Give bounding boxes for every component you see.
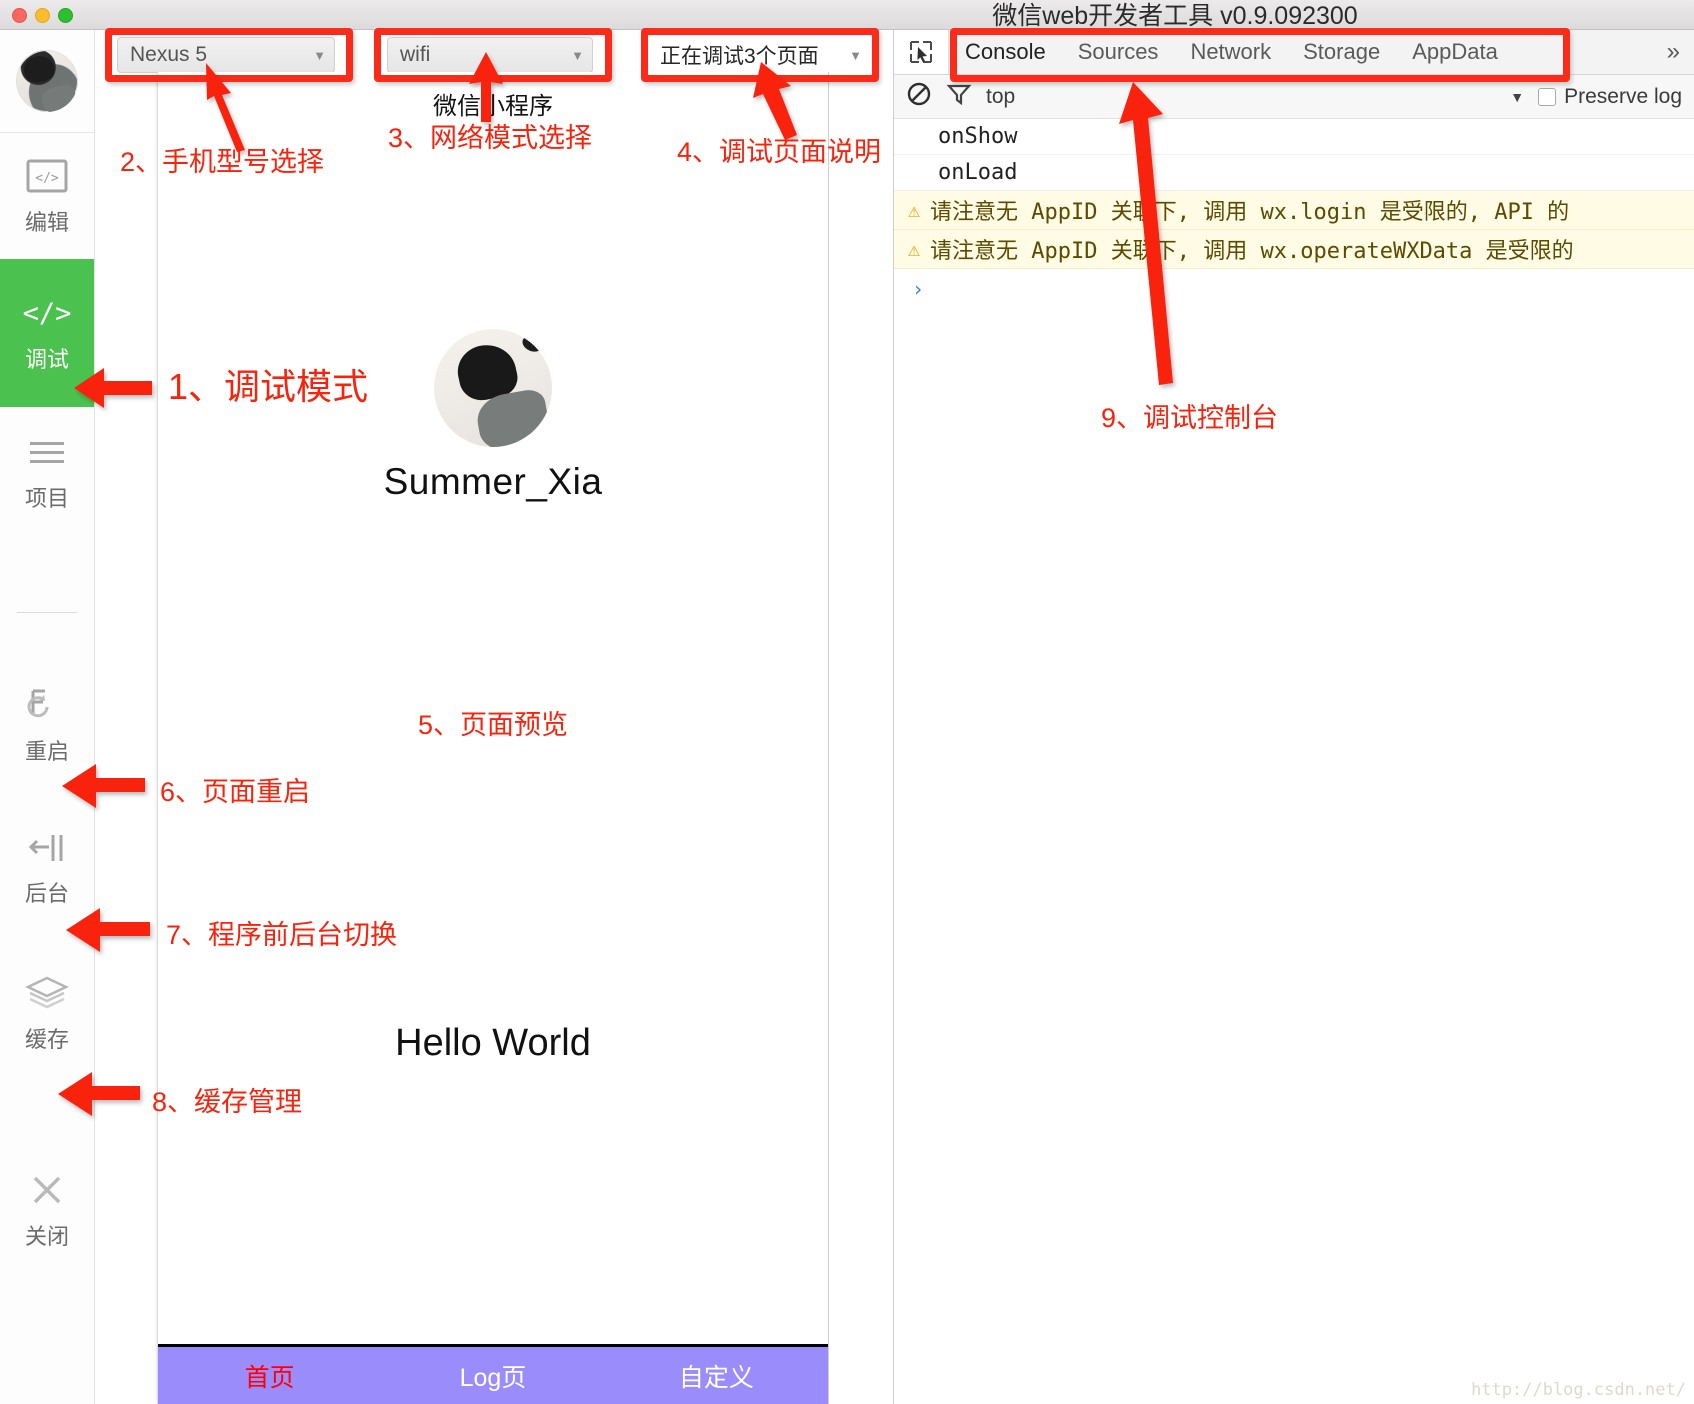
tab-appdata[interactable]: AppData — [1396, 30, 1514, 74]
device-model-value: Nexus 5 — [130, 43, 208, 66]
annotation-3: 3、网络模式选择 — [388, 123, 593, 153]
annotation-4: 4、调试页面说明 — [677, 137, 882, 167]
annotation-6: 6、页面重启 — [160, 777, 311, 807]
network-mode-select[interactable]: wifi ▼ — [387, 37, 593, 73]
code-window-icon: </> — [26, 155, 68, 197]
minimize-window-button[interactable] — [35, 8, 50, 23]
debug-pages-select[interactable]: 正在调试3个页面 ▼ — [648, 37, 870, 73]
network-mode-value: wifi — [400, 43, 431, 66]
annotation-7: 7、程序前后台切换 — [166, 920, 398, 950]
hamburger-lines-icon — [26, 431, 68, 473]
restart-refresh-icon — [25, 684, 69, 726]
zoom-window-button[interactable] — [58, 8, 73, 23]
console-warning-row[interactable]: ⚠ 请注意无 AppID 关联下, 调用 wx.login 是受限的, API … — [894, 191, 1694, 230]
sidebar-item-label: 缓存 — [24, 1027, 69, 1052]
phone-tabbar: 首页 Log页 自定义 — [158, 1344, 828, 1404]
hello-world-text: Hello World — [395, 1022, 591, 1064]
console-log-text: onShow — [938, 124, 1018, 149]
window-title: 微信web开发者工具 v0.9.092300 — [992, 2, 1358, 30]
sidebar-item-label: 编辑 — [24, 210, 69, 235]
tab-storage[interactable]: Storage — [1287, 30, 1396, 74]
chevron-down-icon: ▼ — [849, 47, 862, 63]
chevron-down-icon: ▼ — [571, 47, 584, 63]
left-sidebar: </> 编辑 </> 调试 项目 重启 后台 缓存 关闭 — [0, 30, 95, 1404]
tab-sources[interactable]: Sources — [1062, 30, 1175, 74]
warning-triangle-icon: ⚠ — [908, 237, 921, 261]
sidebar-item-close[interactable]: 关闭 — [0, 1151, 94, 1269]
console-filterbar: top ▼ Preserve log — [894, 75, 1694, 119]
profile-name: Summer_Xia — [383, 461, 603, 502]
chevron-down-icon: ▼ — [313, 47, 326, 63]
tab-home[interactable]: 首页 — [158, 1358, 381, 1394]
warning-triangle-icon: ⚠ — [908, 198, 921, 222]
console-context-value[interactable]: top — [986, 85, 1015, 109]
close-x-icon — [25, 1169, 69, 1211]
tab-network[interactable]: Network — [1174, 30, 1287, 74]
window-titlebar — [0, 0, 1694, 30]
console-log-row[interactable]: onShow — [894, 119, 1694, 155]
clear-console-icon[interactable] — [906, 81, 932, 112]
devtools-tabstrip: Console Sources Network Storage AppData … — [894, 30, 1694, 75]
annotation-5: 5、页面预览 — [418, 710, 569, 740]
annotation-2: 2、手机型号选择 — [120, 147, 325, 177]
console-log-list: onShow onLoad ⚠ 请注意无 AppID 关联下, 调用 wx.lo… — [894, 119, 1694, 309]
profile-avatar-icon — [434, 329, 552, 447]
preserve-log-label: Preserve log — [1564, 84, 1682, 108]
console-log-text: 请注意无 AppID 关联下, 调用 wx.operateWXData 是受限的 — [930, 239, 1574, 264]
tab-log[interactable]: Log页 — [381, 1358, 604, 1394]
avatar — [16, 50, 78, 112]
funnel-filter-icon[interactable] — [946, 81, 972, 112]
annotation-8: 8、缓存管理 — [152, 1087, 303, 1117]
window-traffic-lights — [12, 8, 73, 23]
preserve-log-toggle[interactable]: Preserve log — [1538, 85, 1682, 109]
devtools-panel: Console Sources Network Storage AppData … — [893, 30, 1694, 1404]
user-avatar-cell[interactable] — [0, 30, 94, 133]
sidebar-item-label: 关闭 — [24, 1224, 69, 1249]
sidebar-item-restart[interactable]: 重启 — [0, 665, 94, 785]
console-log-row[interactable]: onLoad — [894, 155, 1694, 191]
close-window-button[interactable] — [12, 8, 27, 23]
sidebar-item-background[interactable]: 后台 — [0, 807, 94, 927]
console-warning-row[interactable]: ⚠ 请注意无 AppID 关联下, 调用 wx.operateWXData 是受… — [894, 230, 1694, 269]
sidebar-item-label: 重启 — [24, 739, 69, 764]
annotation-1: 1、调试模式 — [168, 366, 369, 407]
watermark: http://blog.csdn.net/ — [1471, 1380, 1686, 1400]
tab-custom[interactable]: 自定义 — [605, 1358, 828, 1394]
background-switch-icon — [25, 826, 69, 868]
more-tabs-icon[interactable]: » — [1653, 38, 1694, 66]
device-model-select[interactable]: Nexus 5 ▼ — [117, 37, 335, 73]
sidebar-item-edit[interactable]: </> 编辑 — [0, 133, 94, 259]
svg-text:</>: </> — [23, 298, 72, 329]
annotation-9: 9、调试控制台 — [1101, 403, 1279, 433]
sidebar-item-label: 调试 — [24, 347, 69, 372]
inspect-cursor-icon[interactable] — [894, 30, 949, 74]
debug-pages-value: 正在调试3个页面 — [660, 45, 819, 68]
console-log-text: onLoad — [938, 160, 1018, 185]
chevron-down-icon[interactable]: ▼ — [1510, 89, 1524, 105]
app-root: 微信web开发者工具 v0.9.092300 </> 编辑 </> 调试 项目 — [0, 0, 1694, 1404]
preserve-log-checkbox[interactable] — [1538, 87, 1557, 106]
sidebar-item-debug[interactable]: </> 调试 — [0, 259, 94, 407]
profile-block: Summer_Xia — [158, 329, 828, 503]
sidebar-item-label: 项目 — [24, 486, 69, 511]
console-input-prompt[interactable]: › — [894, 269, 1694, 309]
svg-text:</>: </> — [35, 171, 59, 186]
sidebar-item-project[interactable]: 项目 — [0, 407, 94, 537]
sidebar-item-cache[interactable]: 缓存 — [0, 953, 94, 1073]
code-brackets-icon: </> — [21, 292, 73, 334]
console-log-text: 请注意无 AppID 关联下, 调用 wx.login 是受限的, API 的 — [930, 200, 1570, 225]
sidebar-item-label: 后台 — [24, 881, 69, 906]
tab-console[interactable]: Console — [949, 30, 1062, 74]
layers-stack-icon — [24, 972, 70, 1014]
